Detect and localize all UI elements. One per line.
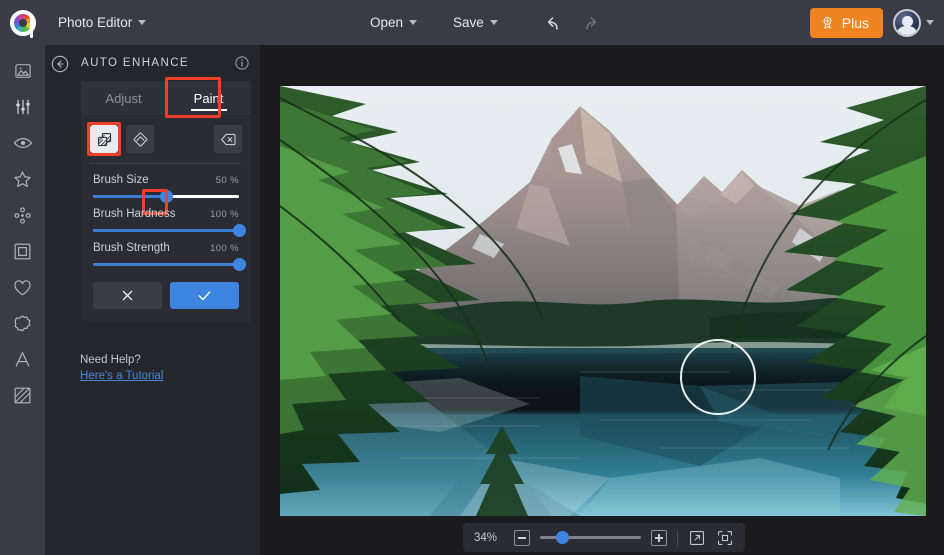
tab-paint[interactable]: Paint — [166, 81, 251, 115]
zoom-slider-track[interactable] — [540, 536, 641, 539]
molecule-icon — [12, 205, 33, 226]
open-label: Open — [370, 15, 403, 30]
right-group: Plus — [810, 0, 934, 45]
sidebar-item-frames[interactable] — [0, 233, 45, 269]
heart-icon — [12, 277, 33, 298]
check-icon — [196, 287, 213, 304]
user-avatar-icon — [893, 9, 921, 37]
info-circle-icon[interactable] — [234, 55, 250, 71]
action-buttons — [81, 266, 251, 309]
texture-diagonal-icon — [12, 385, 33, 406]
sidebar-item-graphics[interactable] — [0, 305, 45, 341]
backspace-clear-icon — [220, 131, 237, 148]
mountain-lake-reflection-photo — [280, 86, 926, 516]
slider-brush-strength-header: Brush Strength 100 % — [93, 242, 239, 254]
slider-brush-strength-label: Brush Strength — [93, 242, 170, 254]
undo-arrow-icon[interactable] — [540, 11, 564, 35]
avatar-menu[interactable] — [893, 9, 934, 37]
top-bar: Photo Editor Open Save Plus — [0, 0, 944, 45]
sidebar-item-touchup[interactable] — [0, 125, 45, 161]
slider-brush-strength-track[interactable] — [93, 263, 239, 266]
chevron-down-icon — [926, 20, 934, 25]
clear-button[interactable] — [214, 125, 242, 153]
slider-brush-hardness-label: Brush Hardness — [93, 208, 175, 220]
divider — [677, 530, 678, 546]
sidebar-item-overlays[interactable] — [0, 269, 45, 305]
paint-tool-button[interactable] — [90, 125, 118, 153]
sidebar-item-effects[interactable] — [0, 161, 45, 197]
letter-a-icon — [12, 349, 33, 370]
page-title: AUTO ENHANCE — [81, 57, 189, 69]
canvas-area: 34% — [260, 45, 944, 555]
plus-button[interactable]: Plus — [810, 8, 883, 38]
sliders-icon — [13, 97, 33, 117]
help-section: Need Help? Here's a Tutorial — [80, 354, 230, 384]
badge-burst-icon — [12, 313, 33, 334]
sidebar-item-textures[interactable] — [0, 377, 45, 413]
eraser-diamond-icon — [132, 131, 149, 148]
help-title: Need Help? — [80, 354, 230, 366]
tab-paint-label: Paint — [194, 91, 224, 106]
befunky-logo-icon[interactable] — [10, 10, 36, 36]
left-icon-rail — [0, 45, 45, 555]
app-title-menu[interactable]: Photo Editor — [58, 15, 146, 30]
photo-canvas[interactable] — [280, 86, 926, 516]
slider-brush-hardness-value: 100 % — [210, 209, 239, 220]
tab-adjust[interactable]: Adjust — [81, 81, 166, 115]
slider-brush-strength-value: 100 % — [210, 243, 239, 254]
plus-label: Plus — [842, 15, 869, 31]
sidebar-item-photo[interactable] — [0, 53, 45, 89]
slider-brush-size: Brush Size 50 % — [81, 164, 251, 198]
slider-brush-hardness: Brush Hardness 100 % — [81, 198, 251, 232]
save-menu[interactable]: Save — [453, 15, 498, 30]
expand-arrow-icon[interactable] — [688, 529, 706, 547]
open-menu[interactable]: Open — [370, 15, 417, 30]
erase-tool-button[interactable] — [126, 125, 154, 153]
save-label: Save — [453, 15, 484, 30]
chevron-down-icon — [490, 20, 498, 25]
confirm-button[interactable] — [170, 282, 239, 309]
sidebar-item-edit[interactable] — [0, 89, 45, 125]
tab-adjust-label: Adjust — [105, 91, 141, 106]
slider-brush-size-value: 50 % — [216, 175, 239, 186]
panel-header: AUTO ENHANCE — [45, 45, 260, 81]
logo-stem — [30, 18, 33, 38]
paint-layers-icon — [96, 131, 113, 148]
paint-card: Adjust Paint — [81, 81, 251, 321]
undo-redo-group — [540, 0, 604, 45]
badge-icon — [820, 15, 835, 30]
slider-brush-size-header: Brush Size 50 % — [93, 174, 239, 186]
slider-brush-size-label: Brush Size — [93, 174, 149, 186]
panel-tabs: Adjust Paint — [81, 81, 251, 115]
app-title-label: Photo Editor — [58, 15, 132, 30]
slider-brush-strength-thumb[interactable] — [233, 258, 246, 271]
image-mountain-icon — [13, 61, 33, 81]
tool-row — [81, 115, 251, 163]
chevron-down-icon — [409, 20, 417, 25]
zoom-percent-label: 34% — [474, 532, 504, 544]
zoom-out-button[interactable] — [514, 530, 530, 546]
zoom-toolbar: 34% — [463, 523, 745, 552]
slider-brush-strength: Brush Strength 100 % — [81, 232, 251, 266]
slider-brush-strength-fill — [93, 263, 239, 266]
tutorial-link[interactable]: Here's a Tutorial — [80, 370, 163, 382]
cancel-button[interactable] — [93, 282, 162, 309]
zoom-slider-thumb[interactable] — [556, 531, 569, 544]
close-x-icon — [120, 288, 135, 303]
redo-arrow-icon[interactable] — [580, 11, 604, 35]
zoom-in-button[interactable] — [651, 530, 667, 546]
frame-square-icon — [12, 241, 33, 262]
tool-panel: AUTO ENHANCE Adjust Paint — [45, 45, 260, 555]
chevron-down-icon — [138, 20, 146, 25]
sidebar-item-text[interactable] — [0, 341, 45, 377]
back-circle-arrow-icon[interactable] — [50, 54, 70, 74]
fit-to-screen-icon[interactable] — [716, 529, 734, 547]
eye-icon — [12, 132, 34, 154]
star-icon — [12, 169, 33, 190]
slider-brush-hardness-header: Brush Hardness 100 % — [93, 208, 239, 220]
sidebar-item-artsy[interactable] — [0, 197, 45, 233]
